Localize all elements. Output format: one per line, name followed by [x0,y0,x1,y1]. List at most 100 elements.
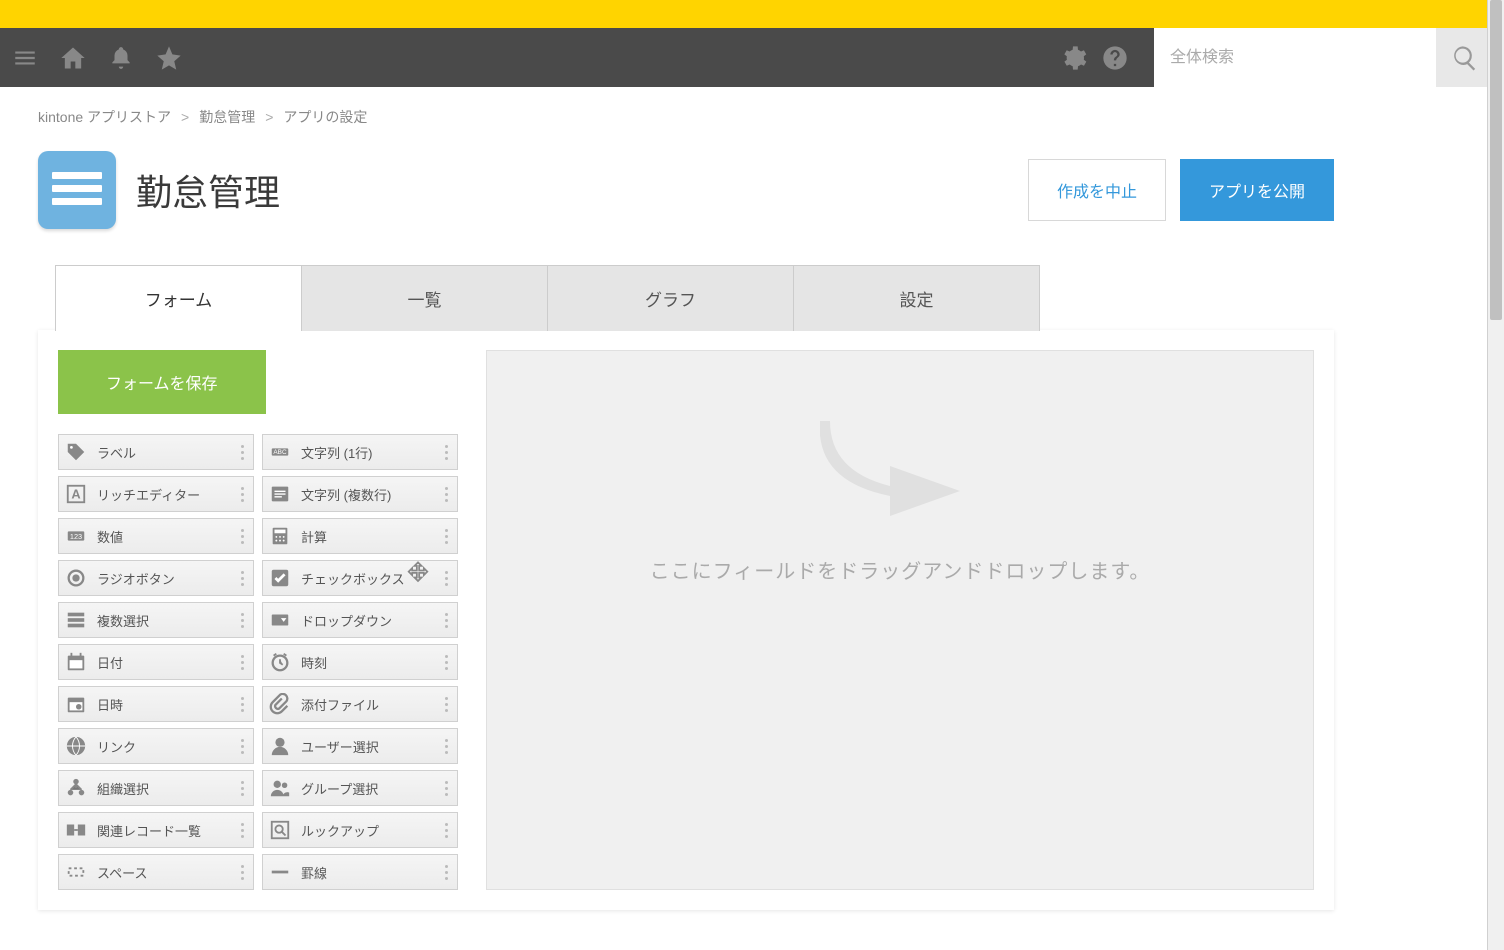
field-label: チェックボックス [301,569,441,588]
textm-icon [267,481,293,507]
breadcrumb-current: アプリの設定 [283,107,367,127]
field-lookup[interactable]: ルックアップ [262,812,458,848]
grab-handle-icon [441,487,451,502]
field-textm[interactable]: 文字列 (複数行) [262,476,458,512]
field-related[interactable]: 関連レコード一覧 [58,812,254,848]
drop-area[interactable]: ここにフィールドをドラッグアンドドロップします。 [486,350,1314,890]
grab-handle-icon [237,445,247,460]
grab-handle-icon [237,697,247,712]
search-input[interactable] [1154,28,1436,87]
global-search [1154,28,1494,87]
field-label: 時刻 [301,653,441,672]
svg-text:123: 123 [70,532,82,541]
field-label: 文字列 (1行) [301,443,441,462]
breadcrumb-link-0[interactable]: kintone アプリストア [38,107,171,127]
fields-sidebar: フォームを保存 ラベル ABC 文字列 (1行) A リッチエディター 文字列 (複数行)… [58,350,458,890]
save-form-button[interactable]: フォームを保存 [58,350,266,414]
tab-settings[interactable]: 設定 [793,265,1040,331]
publish-button[interactable]: アプリを公開 [1180,159,1334,221]
grab-handle-icon [237,739,247,754]
field-label: 複数選択 [97,611,237,630]
field-org[interactable]: 組織選択 [58,770,254,806]
field-label: ラベル [97,443,237,462]
field-dropdown[interactable]: ドロップダウン [262,602,458,638]
field-label: 計算 [301,527,441,546]
grab-handle-icon [237,487,247,502]
field-text1[interactable]: ABC 文字列 (1行) [262,434,458,470]
form-builder: フォームを保存 ラベル ABC 文字列 (1行) A リッチエディター 文字列 (複数行)… [38,330,1334,910]
grab-handle-icon [441,445,451,460]
drop-arrow-icon [820,411,980,531]
star-icon[interactable] [154,43,184,73]
grab-handle-icon [441,739,451,754]
field-label: リッチエディター [97,485,237,504]
check-icon [267,565,293,591]
field-label: ユーザー選択 [301,737,441,756]
field-label: ラジオボタン [97,569,237,588]
field-attach[interactable]: 添付ファイル [262,686,458,722]
field-label: 罫線 [301,863,441,882]
attach-icon [267,691,293,717]
field-check[interactable]: チェックボックス [262,560,458,596]
field-time[interactable]: 時刻 [262,644,458,680]
radio-icon [63,565,89,591]
grab-handle-icon [237,529,247,544]
calc-icon [267,523,293,549]
related-icon [63,817,89,843]
svg-text:ABC: ABC [273,449,287,456]
tab-form[interactable]: フォーム [55,265,302,331]
field-label: 日時 [97,695,237,714]
bell-icon[interactable] [106,43,136,73]
link-icon [63,733,89,759]
gear-icon[interactable] [1058,43,1088,73]
time-icon [267,649,293,675]
tabs: フォーム 一覧 グラフ 設定 [38,265,1334,331]
menu-icon[interactable] [10,43,40,73]
field-radio[interactable]: ラジオボタン [58,560,254,596]
grab-handle-icon [237,865,247,880]
field-label: 関連レコード一覧 [97,821,237,840]
field-link[interactable]: リンク [58,728,254,764]
field-group[interactable]: グループ選択 [262,770,458,806]
grab-handle-icon [441,571,451,586]
grab-handle-icon [441,697,451,712]
field-rich[interactable]: A リッチエディター [58,476,254,512]
drop-hint-text: ここにフィールドをドラッグアンドドロップします。 [650,555,1151,584]
search-button[interactable] [1436,28,1494,87]
text1-icon: ABC [267,439,293,465]
field-datetime[interactable]: 日時 [58,686,254,722]
field-num[interactable]: 123数値 [58,518,254,554]
field-label: 日付 [97,653,237,672]
grab-handle-icon [237,655,247,670]
grab-handle-icon [441,655,451,670]
tag-icon [63,439,89,465]
grab-handle-icon [441,865,451,880]
field-multi[interactable]: 複数選択 [58,602,254,638]
field-space[interactable]: スペース [58,854,254,890]
breadcrumb-link-1[interactable]: 勤怠管理 [199,107,255,127]
field-label: ドロップダウン [301,611,441,630]
cancel-button[interactable]: 作成を中止 [1028,159,1166,221]
num-icon: 123 [63,523,89,549]
field-line[interactable]: 罫線 [262,854,458,890]
datetime-icon [63,691,89,717]
scrollbar[interactable] [1487,0,1504,950]
tab-graph[interactable]: グラフ [547,265,794,331]
help-icon[interactable] [1100,43,1130,73]
field-date[interactable]: 日付 [58,644,254,680]
tab-list[interactable]: 一覧 [301,265,548,331]
svg-text:A: A [71,487,80,502]
user-icon [267,733,293,759]
breadcrumb: kintone アプリストア > 勤怠管理 > アプリの設定 [38,107,1334,127]
field-user[interactable]: ユーザー選択 [262,728,458,764]
grab-handle-icon [441,613,451,628]
field-tag[interactable]: ラベル [58,434,254,470]
grab-handle-icon [441,529,451,544]
multi-icon [63,607,89,633]
field-calc[interactable]: 計算 [262,518,458,554]
group-icon [267,775,293,801]
rich-icon: A [63,481,89,507]
home-icon[interactable] [58,43,88,73]
space-icon [63,859,89,885]
brand-bar [0,0,1504,28]
